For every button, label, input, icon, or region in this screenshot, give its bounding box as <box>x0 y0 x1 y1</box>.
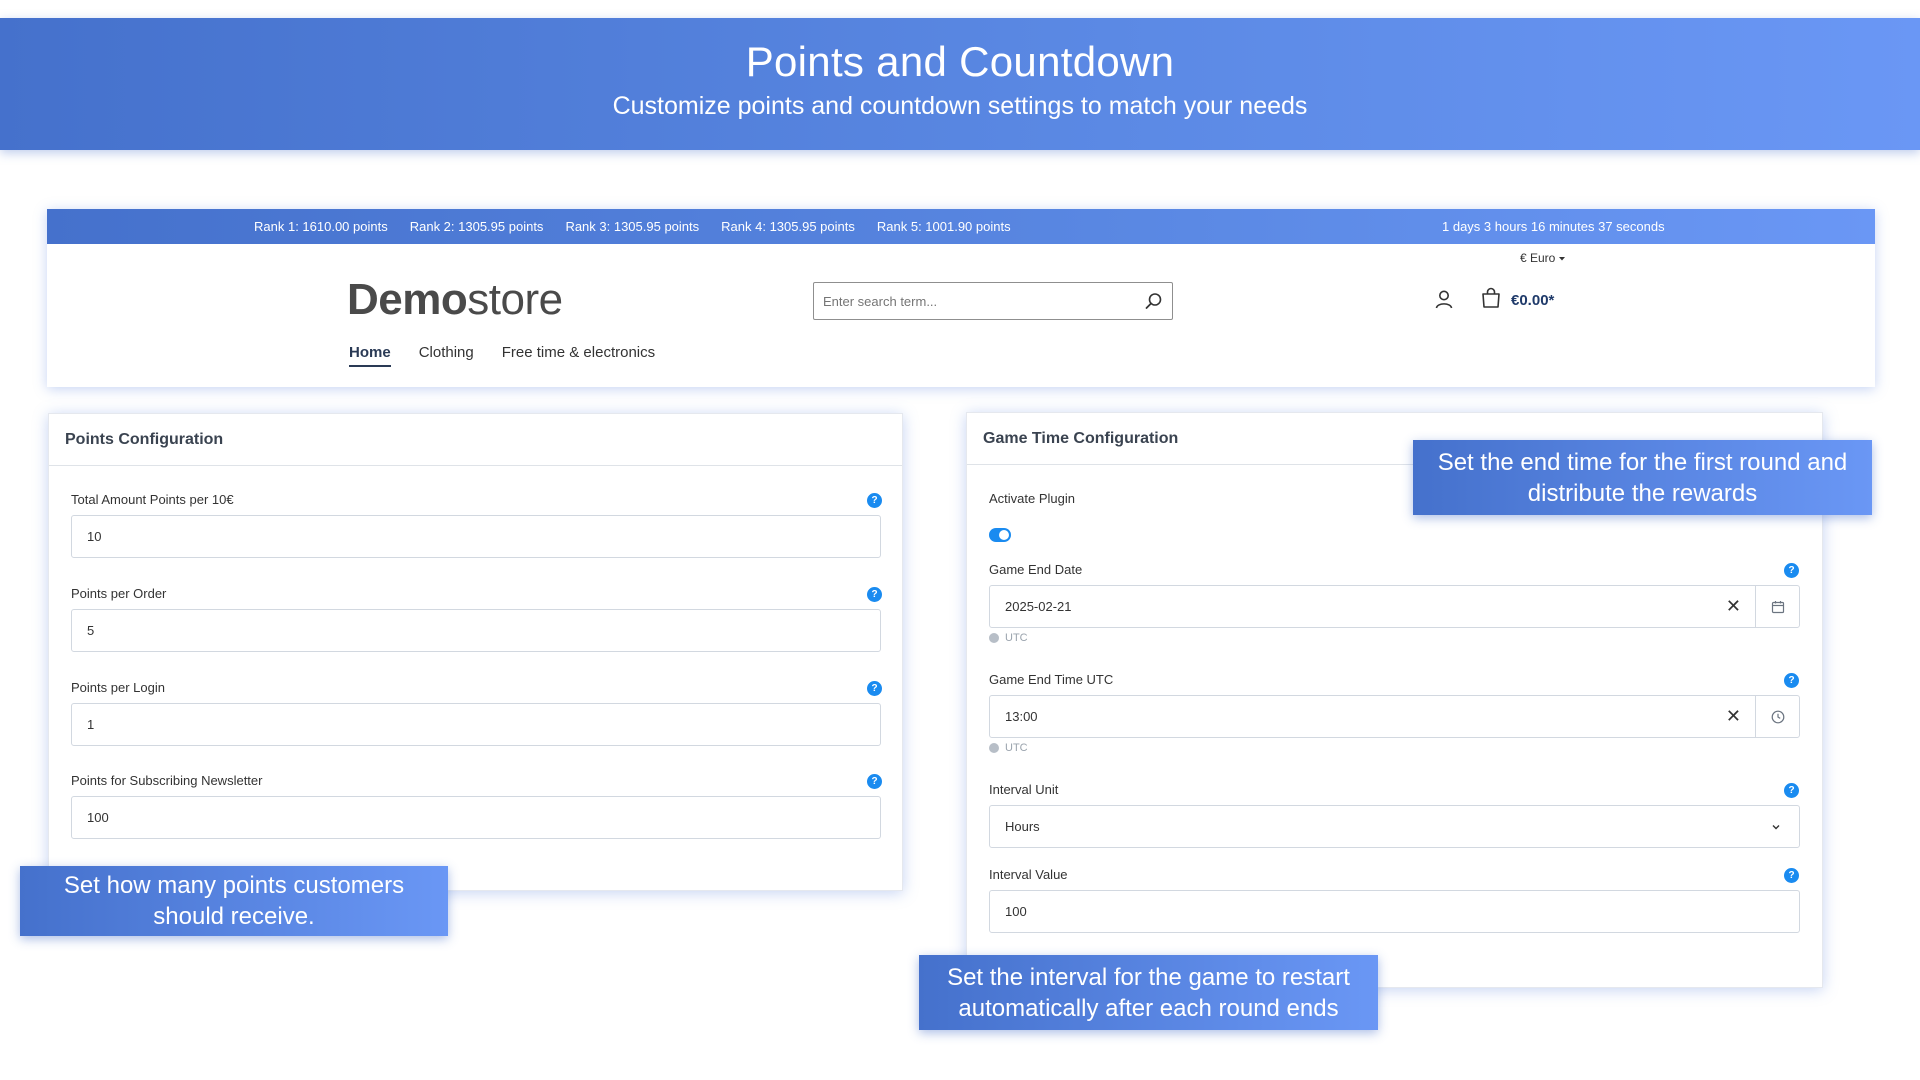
interval-value-input[interactable]: 100 <box>989 890 1800 933</box>
utc-hint-text: UTC <box>1005 742 1028 754</box>
clear-icon[interactable]: ✕ <box>1726 596 1741 617</box>
cart-icon[interactable] <box>1480 287 1502 314</box>
activate-plugin-label: Activate Plugin <box>989 491 1075 506</box>
nav-item-clothing[interactable]: Clothing <box>419 344 474 367</box>
utc-hint: UTC <box>989 632 1028 644</box>
activate-plugin-toggle[interactable] <box>989 528 1011 542</box>
help-icon[interactable]: ? <box>867 493 882 508</box>
end-time-label: Game End Time UTC <box>989 672 1114 687</box>
callout-interval: Set the interval for the game to restart… <box>919 955 1378 1030</box>
utc-hint: UTC <box>989 742 1028 754</box>
info-icon <box>989 633 999 643</box>
rank-item: Rank 4: 1305.95 points <box>721 219 855 234</box>
currency-selector[interactable]: € Euro <box>1520 251 1566 265</box>
end-time-value: 13:00 <box>1005 709 1038 724</box>
callout-points: Set how many points customers should rec… <box>20 866 448 936</box>
store-logo[interactable]: Demostore <box>347 275 563 325</box>
help-icon[interactable]: ? <box>867 774 882 789</box>
help-icon[interactable]: ? <box>1784 673 1799 688</box>
utc-hint-text: UTC <box>1005 632 1028 644</box>
logo-bold: Demo <box>347 275 468 324</box>
end-time-input[interactable]: 13:00 ✕ <box>989 695 1800 738</box>
help-icon[interactable]: ? <box>1784 783 1799 798</box>
nav-item-free-time-electronics[interactable]: Free time & electronics <box>502 344 655 367</box>
end-date-input[interactable]: 2025-02-21 ✕ <box>989 585 1800 628</box>
help-icon[interactable]: ? <box>1784 563 1799 578</box>
nav-item-home[interactable]: Home <box>349 344 391 367</box>
help-icon[interactable]: ? <box>867 587 882 602</box>
main-navigation: Home Clothing Free time & electronics <box>349 344 655 367</box>
interval-unit-label: Interval Unit <box>989 782 1059 797</box>
search-icon[interactable] <box>1136 292 1172 310</box>
search-input[interactable] <box>823 293 1136 309</box>
hero-title: Points and Countdown <box>745 38 1175 85</box>
hero-subtitle: Customize points and countdown settings … <box>612 92 1308 120</box>
rank-item: Rank 2: 1305.95 points <box>409 219 544 234</box>
field-label: Total Amount Points per 10€ <box>71 492 234 507</box>
search-box <box>813 282 1173 320</box>
rank-item: Rank 1: 1610.00 points <box>254 219 388 234</box>
field-label: Points per Login <box>71 680 165 695</box>
info-icon <box>989 743 999 753</box>
caret-down-icon <box>1558 251 1566 265</box>
help-icon[interactable]: ? <box>867 681 882 696</box>
account-icon[interactable] <box>1434 289 1454 314</box>
points-config-title: Points Configuration <box>49 414 902 466</box>
interval-unit-select[interactable]: Hours <box>989 805 1800 848</box>
currency-label: € Euro <box>1520 251 1556 265</box>
total-points-per-10-input[interactable]: 10 <box>71 515 881 558</box>
calendar-icon[interactable] <box>1755 586 1799 627</box>
field-label: Points for Subscribing Newsletter <box>71 773 263 788</box>
hero-banner: Points and Countdown Customize points an… <box>0 18 1920 150</box>
clear-icon[interactable]: ✕ <box>1726 706 1741 727</box>
store-preview: Rank 1: 1610.00 points Rank 2: 1305.95 p… <box>47 209 1875 387</box>
cart-amount[interactable]: €0.00* <box>1511 292 1554 309</box>
interval-unit-value: Hours <box>1005 819 1040 834</box>
logo-light: store <box>467 275 563 324</box>
callout-end-time: Set the end time for the first round and… <box>1413 440 1872 515</box>
rank-item: Rank 3: 1305.95 points <box>565 219 700 234</box>
help-icon[interactable]: ? <box>1784 868 1799 883</box>
points-per-order-input[interactable]: 5 <box>71 609 881 652</box>
field-label: Points per Order <box>71 586 167 601</box>
points-config-card: Points Configuration Total Amount Points… <box>48 413 903 891</box>
rank-item: Rank 5: 1001.90 points <box>876 219 1011 234</box>
end-date-value: 2025-02-21 <box>1005 599 1072 614</box>
interval-value-label: Interval Value <box>989 867 1068 882</box>
points-per-login-input[interactable]: 1 <box>71 703 881 746</box>
rank-list: Rank 1: 1610.00 points Rank 2: 1305.95 p… <box>254 209 1011 244</box>
countdown-timer: 1 days 3 hours 16 minutes 37 seconds <box>1442 219 1665 234</box>
chevron-down-icon <box>1771 820 1781 835</box>
ranking-topbar: Rank 1: 1610.00 points Rank 2: 1305.95 p… <box>47 209 1875 244</box>
end-date-label: Game End Date <box>989 562 1083 577</box>
newsletter-points-input[interactable]: 100 <box>71 796 881 839</box>
clock-icon[interactable] <box>1755 696 1799 737</box>
